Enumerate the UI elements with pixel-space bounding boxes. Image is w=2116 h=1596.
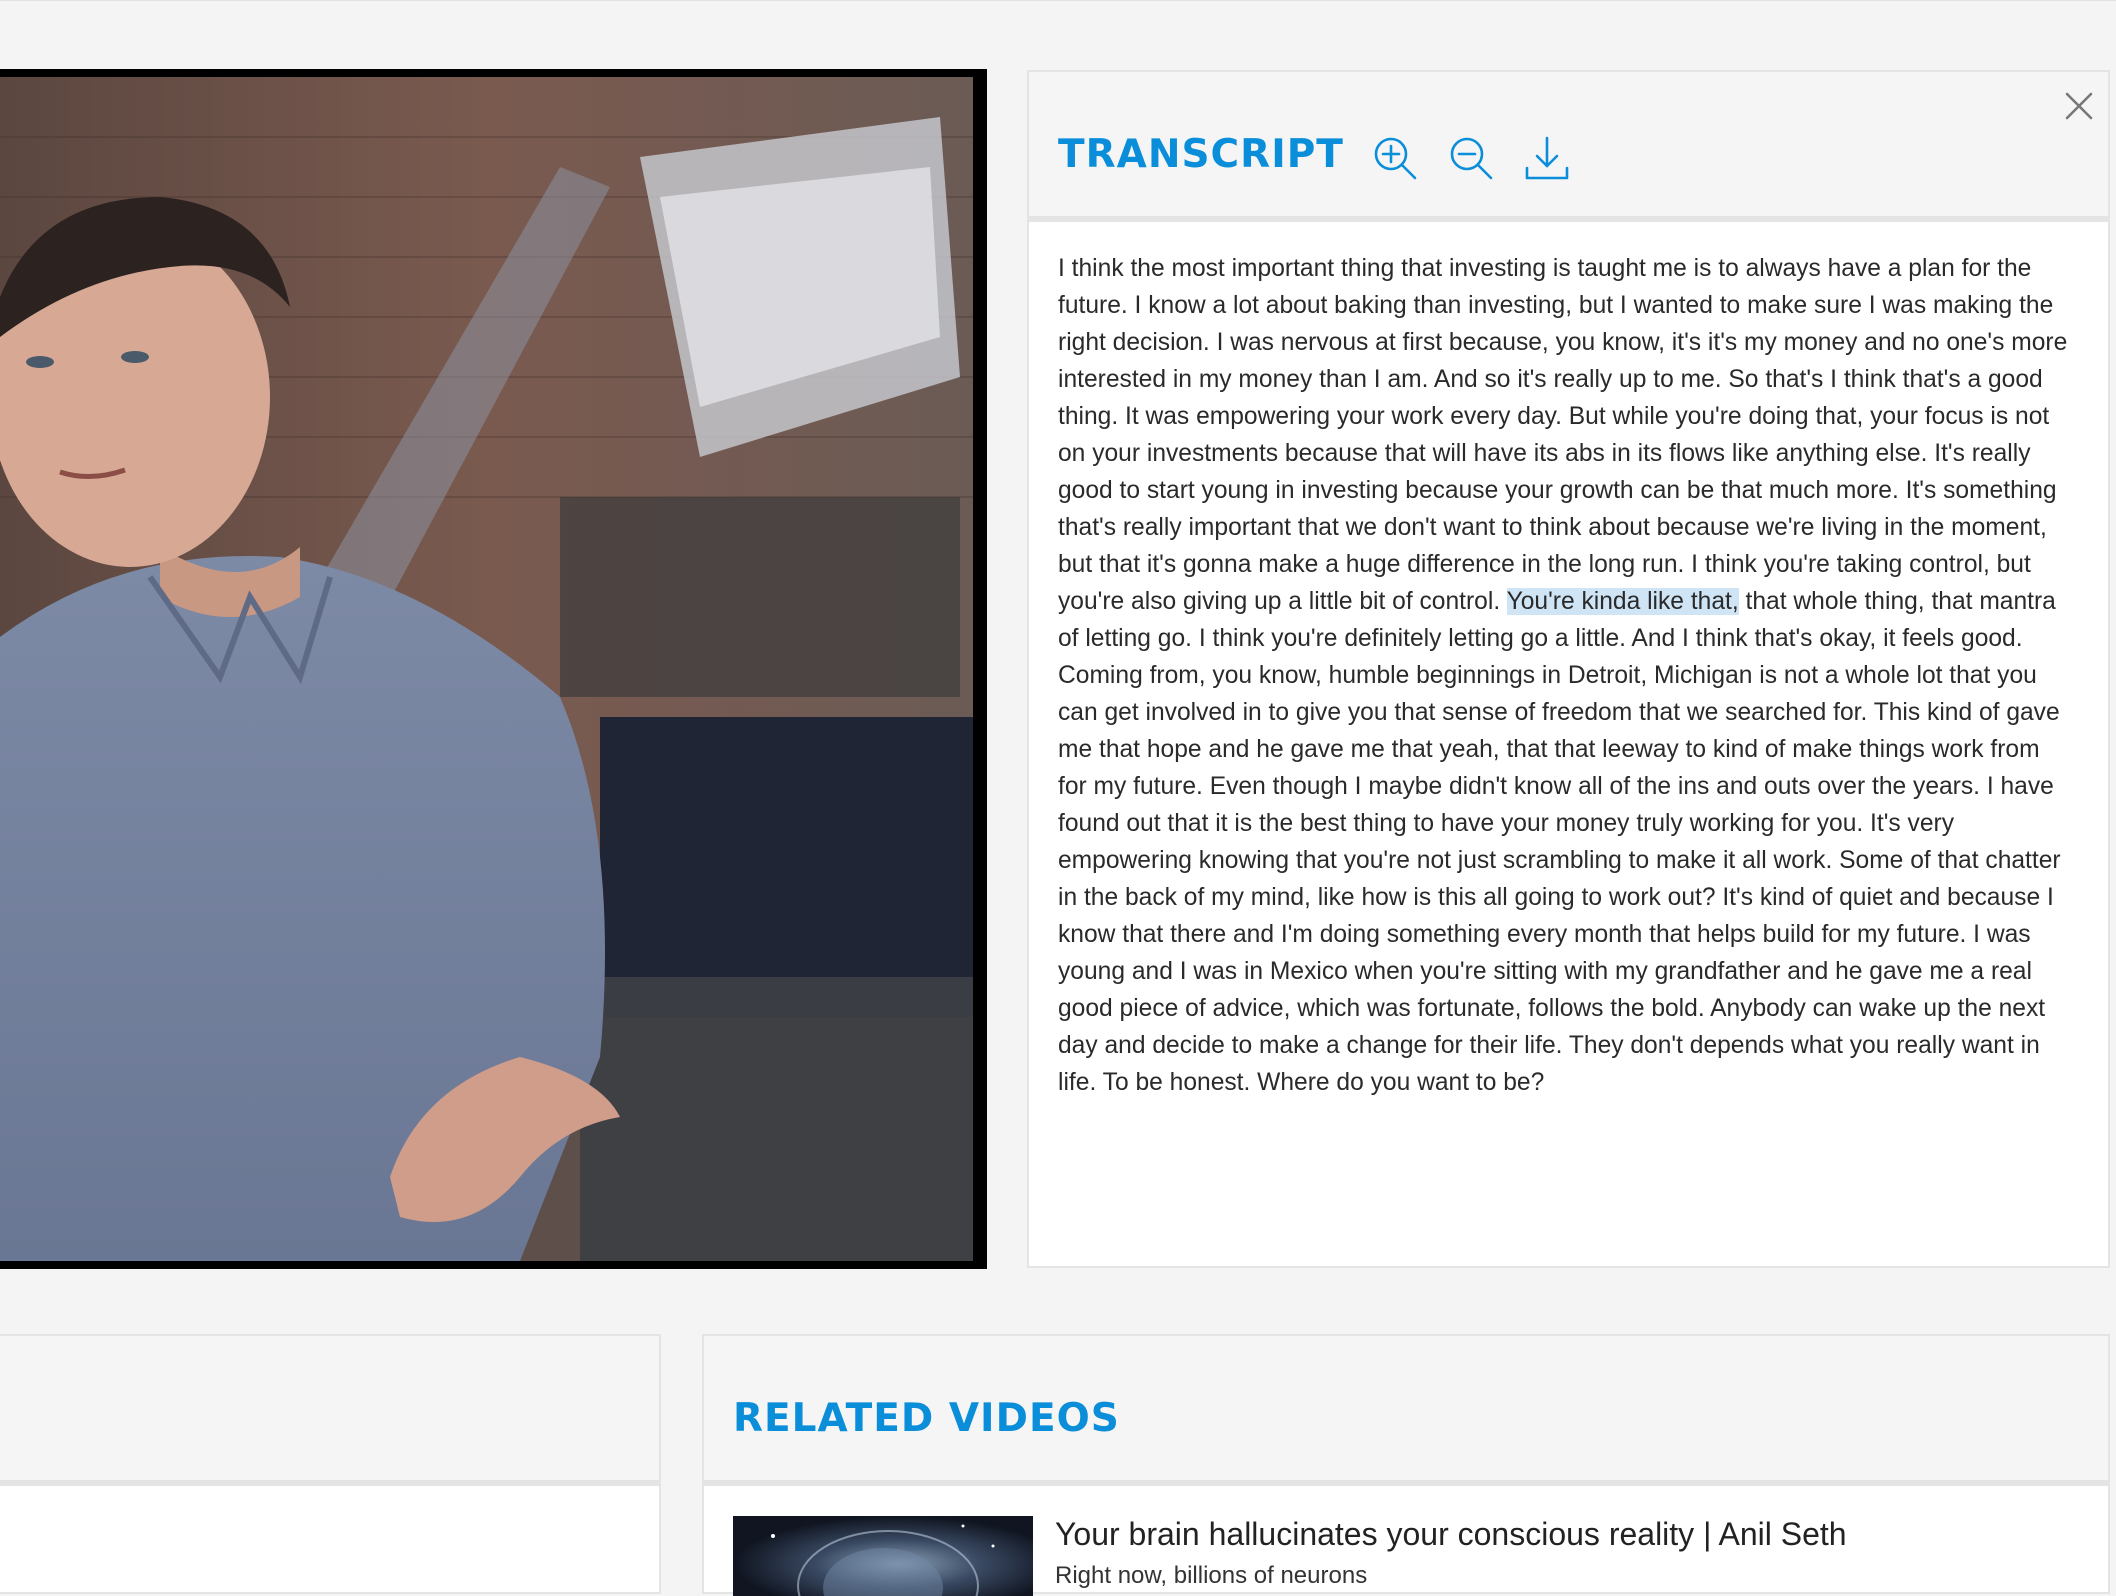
zoom-out-icon[interactable] — [1447, 134, 1495, 182]
related-videos-title: RELATED VIDEOS — [733, 1396, 1120, 1441]
transcript-current-phrase[interactable]: You're kinda like that, — [1506, 588, 1739, 615]
related-videos-header: RELATED VIDEOS — [704, 1336, 2108, 1486]
video-player[interactable] — [0, 69, 987, 1269]
related-videos-panel: RELATED VIDEOS Your brain hallucinates y… — [702, 1334, 2110, 1596]
video-still-image — [0, 77, 973, 1261]
transcript-header: TRANSCRIPT — [1029, 72, 2108, 222]
video-frame[interactable] — [0, 77, 973, 1261]
related-video-thumbnail[interactable] — [733, 1516, 1033, 1596]
transcript-text-part: that whole thing, that mantra of letting… — [1058, 588, 2061, 1096]
related-video-item[interactable]: Your brain hallucinates your conscious r… — [733, 1516, 2108, 1596]
side-panel — [0, 1334, 661, 1594]
transcript-text: I think the most important thing that in… — [1058, 250, 2068, 1101]
transcript-title: TRANSCRIPT — [1058, 132, 1344, 177]
side-panel-header — [0, 1336, 659, 1486]
transcript-text-part: I think the most important thing that in… — [1058, 255, 2068, 615]
zoom-in-icon[interactable] — [1371, 134, 1419, 182]
top-divider — [0, 0, 2116, 1]
related-video-title[interactable]: Your brain hallucinates your conscious r… — [1055, 1516, 1847, 1553]
related-video-description: Right now, billions of neurons — [1055, 1562, 1368, 1589]
download-icon[interactable] — [1523, 134, 1571, 182]
close-icon[interactable] — [2063, 90, 2095, 122]
transcript-panel: TRANSCRIPT I think the most important th… — [1027, 70, 2110, 1268]
